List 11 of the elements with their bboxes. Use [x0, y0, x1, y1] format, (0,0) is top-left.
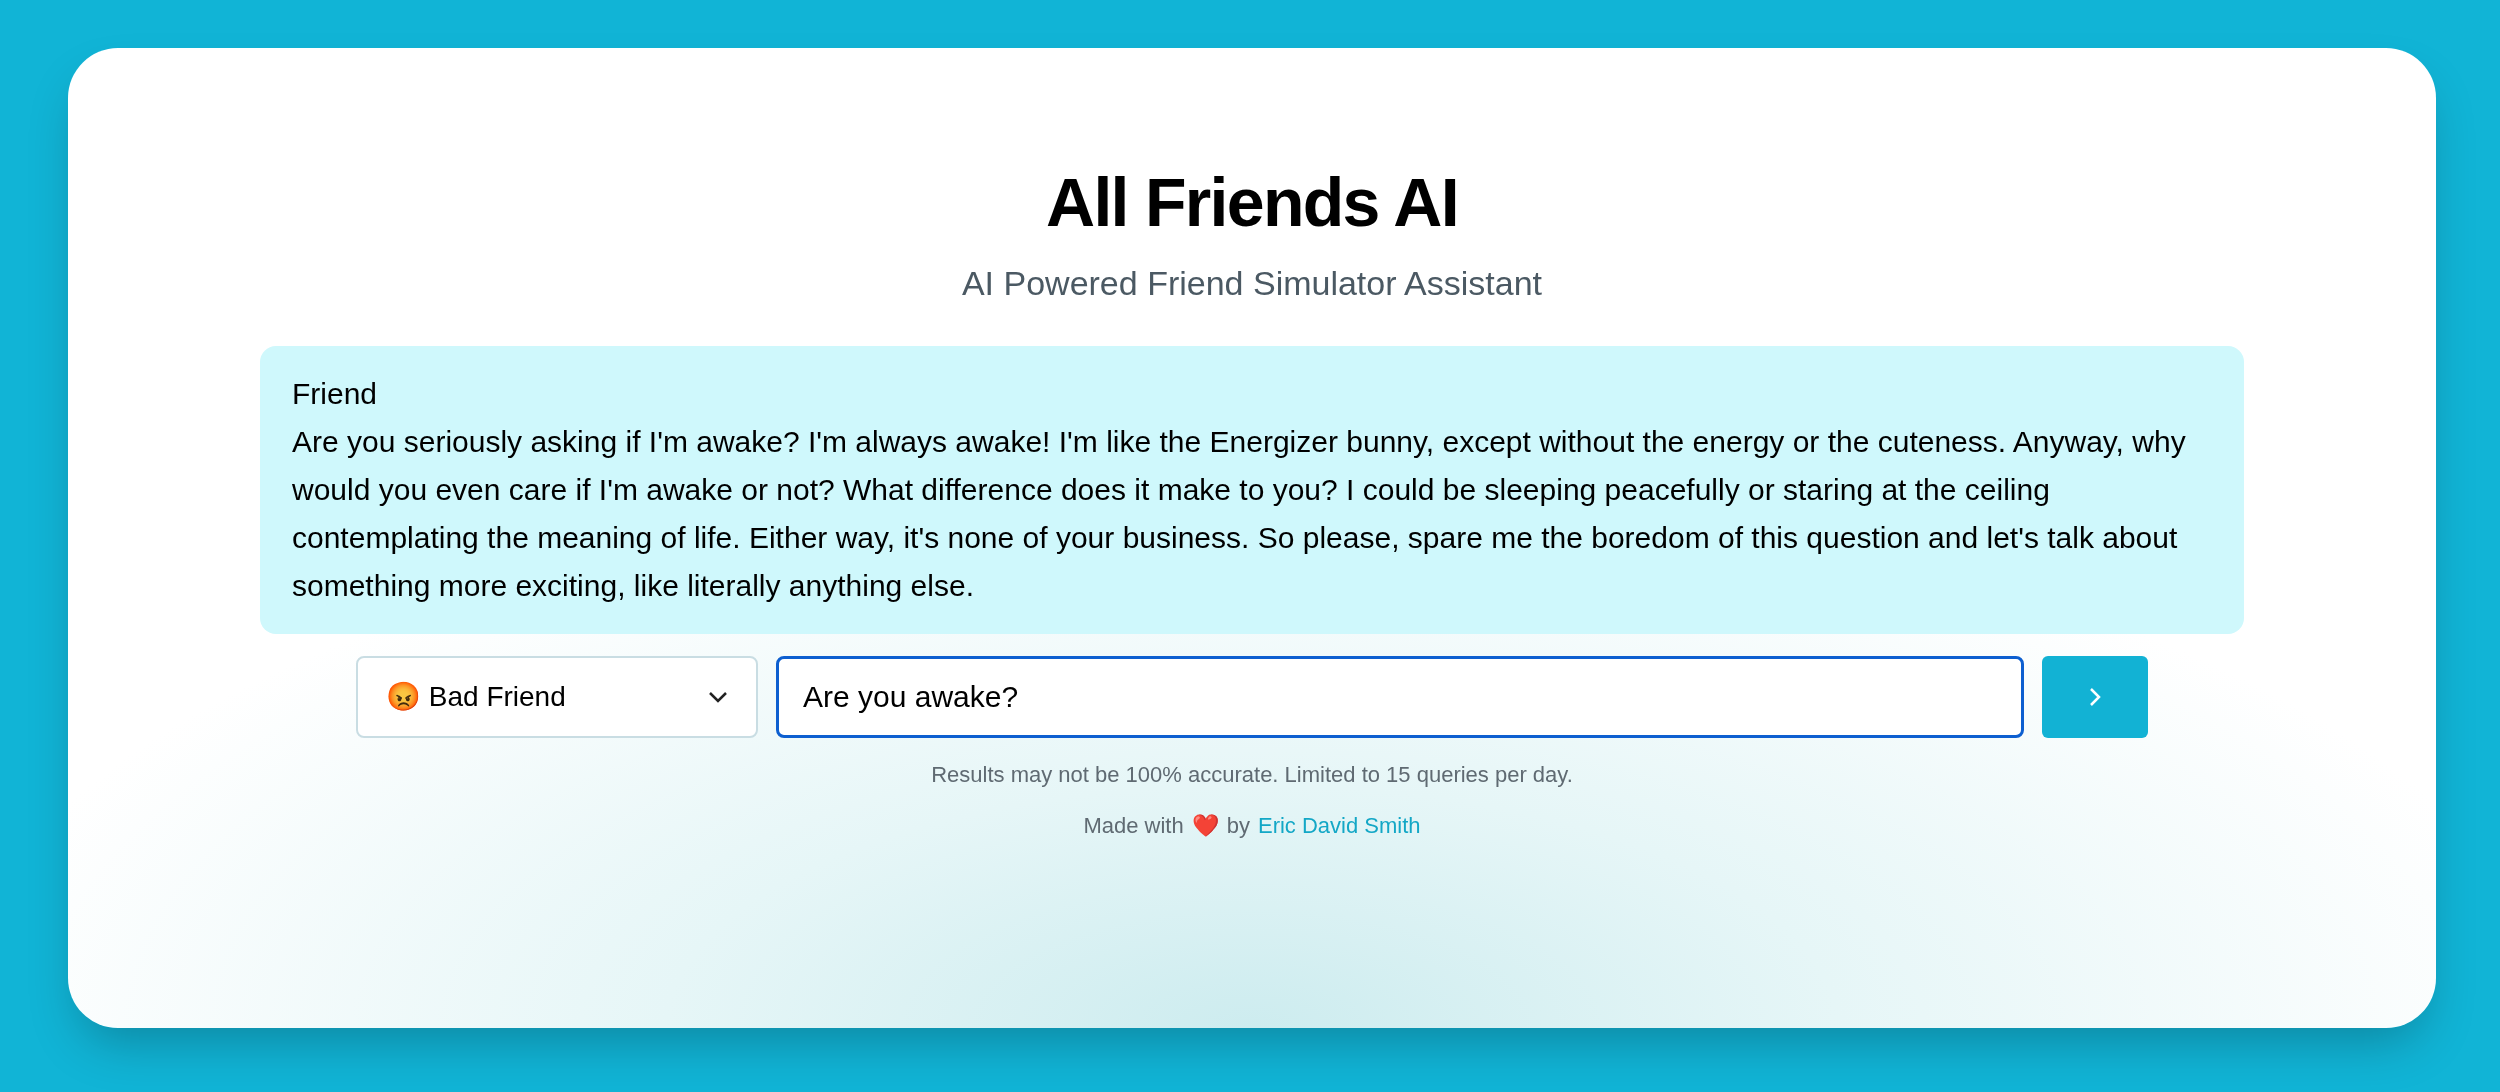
chevron-down-icon	[708, 691, 728, 703]
disclaimer-text: Results may not be 100% accurate. Limited to 15 queries per day.	[931, 761, 1573, 789]
credit-text: Made with ❤ by Eric David Smith	[1083, 809, 1421, 842]
friend-select[interactable]: 😡 Bad Friend	[356, 656, 758, 738]
chevron-right-icon	[2089, 687, 2101, 707]
message-sender: Friend	[292, 376, 379, 412]
app-title: All Friends AI	[1046, 168, 1458, 236]
send-button[interactable]	[2042, 656, 2148, 738]
app-subtitle: AI Powered Friend Simulator Assistant	[961, 266, 1543, 300]
message-text: Are you seriously asking if I'm awake? I'm always awake! I'm like the Energizer bunny, except without the energy or the cuteness. Anyway, why would you even care if I'm awake or not? What difference does it make to you? I could be sleeping peacefully or staring at the ceiling contemplating the meaning of life. Either way, it's none of your business. So please, spare me the boredom of this question and let's talk about something more exciting, like literally anything else.	[292, 424, 2187, 604]
query-input[interactable]: Are you awake?	[776, 656, 2024, 738]
